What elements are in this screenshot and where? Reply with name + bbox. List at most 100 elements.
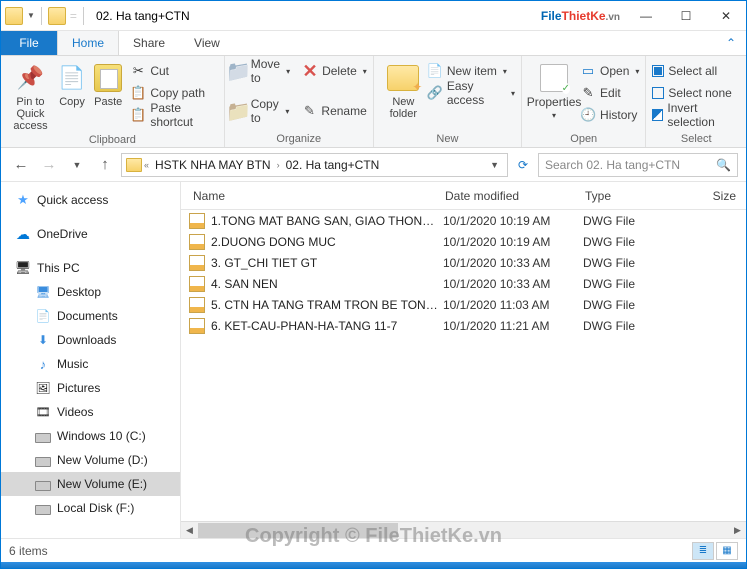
tree-this-pc[interactable]: This PC	[1, 256, 180, 280]
scroll-left-icon[interactable]: ◀	[181, 522, 198, 539]
copy-path-icon	[130, 85, 146, 101]
back-button[interactable]: ←	[9, 153, 33, 177]
col-type[interactable]: Type	[579, 189, 669, 203]
cut-icon	[130, 63, 146, 79]
file-row[interactable]: 4. SAN NEN10/1/2020 10:33 AMDWG File	[181, 273, 746, 294]
file-type: DWG File	[583, 235, 673, 249]
minimize-button[interactable]: —	[626, 1, 666, 31]
ribbon: Pin to Quick access Copy Paste Cut Copy …	[1, 56, 746, 148]
group-label: Select	[652, 131, 740, 147]
group-label: New	[380, 131, 515, 147]
breadcrumb[interactable]: 02. Ha tang+CTN	[282, 158, 384, 172]
desktop-icon	[35, 284, 51, 300]
copy-to-button[interactable]: Copy to▾	[231, 100, 290, 122]
edit-button[interactable]: Edit	[580, 82, 639, 104]
tree-pictures[interactable]: Pictures	[1, 376, 180, 400]
tree-music[interactable]: Music	[1, 352, 180, 376]
easy-access-button[interactable]: Easy access▾	[427, 82, 515, 104]
file-row[interactable]: 6. KET-CAU-PHAN-HA-TANG 11-710/1/2020 11…	[181, 315, 746, 336]
group-label: Organize	[231, 131, 367, 147]
file-date: 10/1/2020 11:21 AM	[443, 319, 583, 333]
divider: =	[70, 9, 77, 23]
refresh-button[interactable]: ⟳	[512, 154, 534, 176]
tree-drive-e[interactable]: New Volume (E:)	[1, 472, 180, 496]
window-title: 02. Ha tang+CTN	[96, 9, 541, 23]
new-folder-button[interactable]: New folder	[380, 58, 427, 120]
forward-button[interactable]: →	[37, 153, 61, 177]
search-input[interactable]: Search 02. Ha tang+CTN 🔍	[538, 153, 738, 177]
tree-videos[interactable]: Videos	[1, 400, 180, 424]
invert-selection-button[interactable]: Invert selection	[652, 104, 740, 126]
address-dropdown-icon[interactable]: ▼	[486, 160, 503, 170]
col-date[interactable]: Date modified	[439, 189, 579, 203]
rename-button[interactable]: Rename	[301, 100, 366, 122]
paste-icon	[94, 64, 122, 92]
main-pane: Quick access OneDrive This PC Desktop Do…	[1, 182, 746, 538]
maximize-button[interactable]: ☐	[666, 1, 706, 31]
paste-button[interactable]: Paste	[90, 58, 126, 108]
file-name: 6. KET-CAU-PHAN-HA-TANG 11-7	[211, 319, 443, 333]
paste-shortcut-button[interactable]: Paste shortcut	[130, 104, 217, 126]
horizontal-scrollbar[interactable]: ◀ ▶	[181, 521, 746, 538]
chevron-right-icon[interactable]: ›	[277, 160, 280, 170]
view-tab[interactable]: View	[180, 31, 235, 55]
scroll-right-icon[interactable]: ▶	[729, 522, 746, 539]
file-tab[interactable]: File	[1, 31, 57, 55]
file-row[interactable]: 2.DUONG DONG MUC10/1/2020 10:19 AMDWG Fi…	[181, 231, 746, 252]
up-button[interactable]: ↑	[93, 153, 117, 177]
collapse-ribbon-icon[interactable]: ⌃	[716, 31, 746, 55]
tree-downloads[interactable]: Downloads	[1, 328, 180, 352]
history-button[interactable]: History	[580, 104, 639, 126]
file-row[interactable]: 3. GT_CHI TIET GT10/1/2020 10:33 AMDWG F…	[181, 252, 746, 273]
details-view-button[interactable]: ≣	[692, 542, 714, 560]
file-type: DWG File	[583, 214, 673, 228]
cloud-icon	[15, 226, 31, 242]
clipboard-group: Pin to Quick access Copy Paste Cut Copy …	[1, 56, 225, 147]
nav-tree[interactable]: Quick access OneDrive This PC Desktop Do…	[1, 182, 181, 538]
home-tab[interactable]: Home	[57, 31, 119, 55]
logo: FileThietKe.vn	[541, 9, 626, 23]
pin-to-quick-access-button[interactable]: Pin to Quick access	[7, 58, 54, 132]
music-icon	[35, 356, 51, 372]
tree-onedrive[interactable]: OneDrive	[1, 222, 180, 246]
file-row[interactable]: 1.TONG MAT BANG SAN, GIAO THONG +...10/1…	[181, 210, 746, 231]
file-date: 10/1/2020 10:19 AM	[443, 214, 583, 228]
tree-drive-f[interactable]: Local Disk (F:)	[1, 496, 180, 520]
tree-documents[interactable]: Documents	[1, 304, 180, 328]
download-icon	[35, 332, 51, 348]
search-icon[interactable]: 🔍	[716, 158, 731, 172]
move-to-button[interactable]: Move to▾	[231, 60, 290, 82]
tree-quick-access[interactable]: Quick access	[1, 188, 180, 212]
scroll-thumb[interactable]	[198, 523, 398, 538]
share-tab[interactable]: Share	[119, 31, 180, 55]
properties-button[interactable]: Properties▾	[528, 58, 580, 122]
copy-button[interactable]: Copy	[54, 58, 90, 108]
col-size[interactable]: Size	[669, 189, 746, 203]
delete-button[interactable]: Delete▾	[302, 60, 367, 82]
file-row[interactable]: 5. CTN HA TANG TRAM TRON BE TONG 1...10/…	[181, 294, 746, 315]
tree-drive-c[interactable]: Windows 10 (C:)	[1, 424, 180, 448]
col-name[interactable]: Name	[181, 189, 439, 203]
file-date: 10/1/2020 11:03 AM	[443, 298, 583, 312]
folder-icon	[126, 158, 142, 172]
tree-drive-d[interactable]: New Volume (D:)	[1, 448, 180, 472]
folder-icon[interactable]	[48, 7, 66, 25]
folder-icon[interactable]	[5, 7, 23, 25]
group-label: Clipboard	[7, 132, 218, 148]
group-label: Open	[528, 131, 639, 147]
breadcrumb[interactable]: HSTK NHA MAY BTN	[151, 158, 275, 172]
chevron-right-icon[interactable]: «	[144, 160, 149, 170]
drive-icon	[35, 433, 51, 443]
tree-desktop[interactable]: Desktop	[1, 280, 180, 304]
close-button[interactable]: ✕	[706, 1, 746, 31]
qat-dropdown-icon[interactable]: ▼	[27, 11, 35, 20]
pictures-icon	[35, 380, 51, 396]
file-name: 2.DUONG DONG MUC	[211, 235, 443, 249]
large-icons-view-button[interactable]: ▦	[716, 542, 738, 560]
copy-to-icon	[231, 103, 247, 119]
select-all-button[interactable]: Select all	[652, 60, 717, 82]
open-button[interactable]: Open▾	[580, 60, 639, 82]
cut-button[interactable]: Cut	[130, 60, 217, 82]
recent-locations-button[interactable]: ▼	[65, 153, 89, 177]
address-bar[interactable]: « HSTK NHA MAY BTN › 02. Ha tang+CTN ▼	[121, 153, 508, 177]
